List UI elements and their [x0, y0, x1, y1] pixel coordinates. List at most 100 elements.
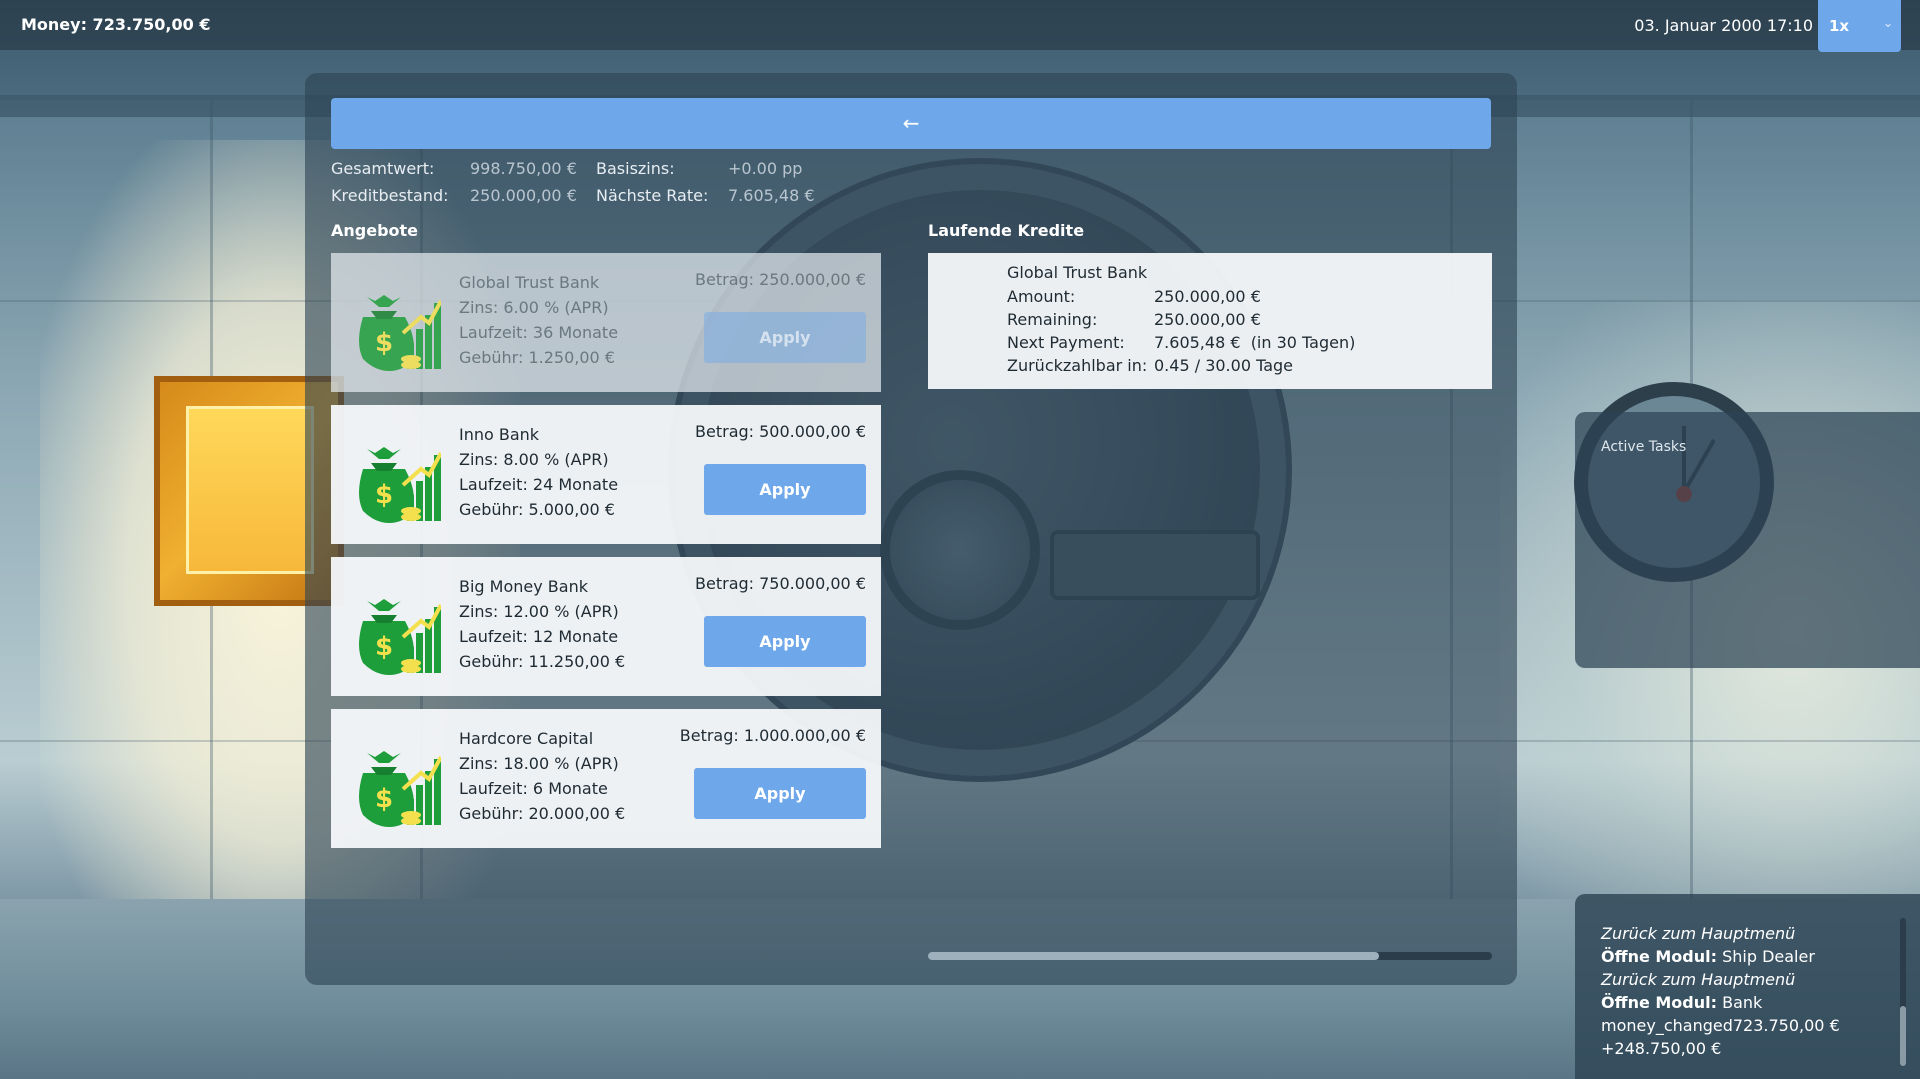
offer-info: Inno Bank Zins: 8.00 % (APR) Laufzeit: 2…	[459, 422, 618, 522]
offer-interest: Zins: 6.00 % (APR)	[459, 298, 609, 317]
event-log-scrollbar[interactable]	[1900, 918, 1906, 1066]
money-display: Money: 723.750,00 €	[21, 15, 211, 34]
money-bag-chart-icon: $	[349, 729, 443, 829]
credit-remaining-row: Remaining: 250.000,00 €	[1007, 310, 1261, 329]
stat-label: Nächste Rate:	[596, 186, 709, 205]
offer-fee: Gebühr: 20.000,00 €	[459, 804, 626, 823]
offer-bank-name: Hardcore Capital	[459, 729, 594, 748]
offer-info: Hardcore Capital Zins: 18.00 % (APR) Lau…	[459, 726, 625, 826]
credit-label: Remaining:	[1007, 310, 1098, 329]
offer-amount: Betrag: 500.000,00 €	[695, 422, 866, 441]
back-button[interactable]: ←	[331, 98, 1491, 149]
svg-text:$: $	[375, 784, 393, 814]
game-speed-value: 1x	[1829, 17, 1850, 35]
credits-title: Laufende Kredite	[928, 221, 1085, 240]
event-log-list: Zurück zum Hauptmenü Öffne Modul: Ship De…	[1601, 922, 1840, 1060]
money-bag-chart-icon: $	[349, 577, 443, 677]
stat-basiszins: Basiszins:	[596, 159, 675, 178]
offers-title: Angebote	[331, 221, 419, 240]
offer-card: $ Hardcore Capital Zins: 18.00 % (APR) L…	[331, 709, 881, 848]
offer-amount: Betrag: 750.000,00 €	[695, 574, 866, 593]
bank-panel: ← Gesamtwert: 998.750,00 € Kreditbestand…	[305, 73, 1517, 985]
log-entry: Öffne Modul: Bank	[1601, 991, 1840, 1014]
credits-scrollbar[interactable]	[928, 952, 1492, 960]
log-entry-text: Ship Dealer	[1717, 947, 1815, 966]
game-speed-select[interactable]: 1x ⌄	[1818, 0, 1901, 52]
safe-rules-poster	[186, 406, 314, 574]
log-entry-text: Bank	[1717, 993, 1763, 1012]
offer-term: Laufzeit: 12 Monate	[459, 627, 619, 646]
money-bag-chart-icon: $	[349, 425, 443, 525]
apply-button[interactable]: Apply	[704, 312, 866, 363]
stat-value: 998.750,00 €	[470, 159, 577, 178]
credit-payback-row: Zurückzahlbar in: 0.45 / 30.00 Tage	[1007, 356, 1293, 375]
offer-card: $ Big Money Bank Zins: 12.00 % (APR) Lau…	[331, 557, 881, 696]
offer-info: Global Trust Bank Zins: 6.00 % (APR) Lau…	[459, 270, 618, 370]
svg-text:$: $	[375, 480, 393, 510]
game-datetime: 03. Januar 2000 17:10	[1634, 16, 1813, 35]
arrow-left-icon: ←	[902, 111, 920, 135]
log-entry-italic: Zurück zum Hauptmenü	[1601, 924, 1796, 943]
offer-term: Laufzeit: 36 Monate	[459, 323, 619, 342]
offer-interest: Zins: 12.00 % (APR)	[459, 602, 619, 621]
stat-label: Gesamtwert:	[331, 159, 435, 178]
credit-amount-row: Amount: 250.000,00 €	[1007, 287, 1261, 306]
offer-fee: Gebühr: 1.250,00 €	[459, 348, 615, 367]
credit-value: 7.605,48 € (in 30 Tagen)	[1154, 333, 1356, 352]
offer-bank-name: Big Money Bank	[459, 577, 588, 596]
active-tasks-title: Active Tasks	[1601, 439, 1687, 455]
offer-fee: Gebühr: 11.250,00 €	[459, 652, 626, 671]
apply-button[interactable]: Apply	[704, 464, 866, 515]
offer-bank-name: Inno Bank	[459, 425, 540, 444]
stat-value: 7.605,48 €	[728, 186, 815, 205]
stat-naechste-rate: Nächste Rate:	[596, 186, 708, 205]
offer-bank-name: Global Trust Bank	[459, 273, 600, 292]
credit-value: 250.000,00 €	[1154, 287, 1261, 306]
log-entry: Öffne Modul: Ship Dealer	[1601, 945, 1840, 968]
svg-text:$: $	[375, 632, 393, 662]
stat-kreditbestand: Kreditbestand:	[331, 186, 449, 205]
credit-next-payment-row: Next Payment: 7.605,48 € (in 30 Tagen)	[1007, 333, 1355, 352]
apply-button[interactable]: Apply	[694, 768, 866, 819]
stat-label: Basiszins:	[596, 159, 675, 178]
svg-text:$: $	[375, 328, 393, 358]
credits-scrollbar-thumb[interactable]	[928, 952, 1380, 960]
stat-value: +0.00 pp	[728, 159, 803, 178]
apply-button[interactable]: Apply	[704, 616, 866, 667]
stat-gesamtwert: Gesamtwert:	[331, 159, 434, 178]
log-entry: money_changed723.750,00 €	[1601, 1014, 1840, 1037]
offer-term: Laufzeit: 24 Monate	[459, 475, 619, 494]
credit-label: Amount:	[1007, 287, 1076, 306]
credit-value: 250.000,00 €	[1154, 310, 1261, 329]
credit-label: Next Payment:	[1007, 333, 1125, 352]
credit-bank-name: Global Trust Bank	[1007, 263, 1148, 282]
offer-amount: Betrag: 1.000.000,00 €	[679, 726, 866, 745]
log-entry-bold: Öffne Modul:	[1601, 947, 1718, 966]
top-bar: Money: 723.750,00 € 03. Januar 2000 17:1…	[0, 0, 1920, 52]
credit-label: Zurückzahlbar in:	[1007, 356, 1148, 375]
log-entry: Zurück zum Hauptmenü	[1601, 922, 1840, 945]
offer-interest: Zins: 8.00 % (APR)	[459, 450, 609, 469]
offer-fee: Gebühr: 5.000,00 €	[459, 500, 615, 519]
log-entry-italic: Zurück zum Hauptmenü	[1601, 970, 1796, 989]
offer-card: $ Global Trust Bank Zins: 6.00 % (APR) L…	[331, 253, 881, 392]
offer-amount: Betrag: 250.000,00 €	[695, 270, 866, 289]
offer-card: $ Inno Bank Zins: 8.00 % (APR) Laufzeit:…	[331, 405, 881, 544]
log-entry: +248.750,00 €	[1601, 1037, 1840, 1060]
active-tasks-panel: Active Tasks	[1575, 412, 1920, 668]
credit-value: 0.45 / 30.00 Tage	[1154, 356, 1294, 375]
money-bag-chart-icon: $	[349, 273, 443, 373]
log-entry-bold: Öffne Modul:	[1601, 993, 1718, 1012]
offer-info: Big Money Bank Zins: 12.00 % (APR) Laufz…	[459, 574, 625, 674]
event-log-panel: Zurück zum Hauptmenü Öffne Modul: Ship De…	[1575, 894, 1920, 1079]
stat-value: 250.000,00 €	[470, 186, 577, 205]
chevron-down-icon: ⌄	[1882, 16, 1893, 30]
credit-card: Global Trust Bank Amount: 250.000,00 € Re…	[928, 253, 1492, 389]
stat-label: Kreditbestand:	[331, 186, 449, 205]
offer-interest: Zins: 18.00 % (APR)	[459, 754, 619, 773]
log-entry: Zurück zum Hauptmenü	[1601, 968, 1840, 991]
offer-term: Laufzeit: 6 Monate	[459, 779, 608, 798]
event-log-scrollbar-thumb[interactable]	[1900, 1006, 1906, 1066]
log-entry-text: money_changed723.750,00 €	[1601, 1016, 1840, 1035]
log-entry-text: +248.750,00 €	[1601, 1039, 1722, 1058]
